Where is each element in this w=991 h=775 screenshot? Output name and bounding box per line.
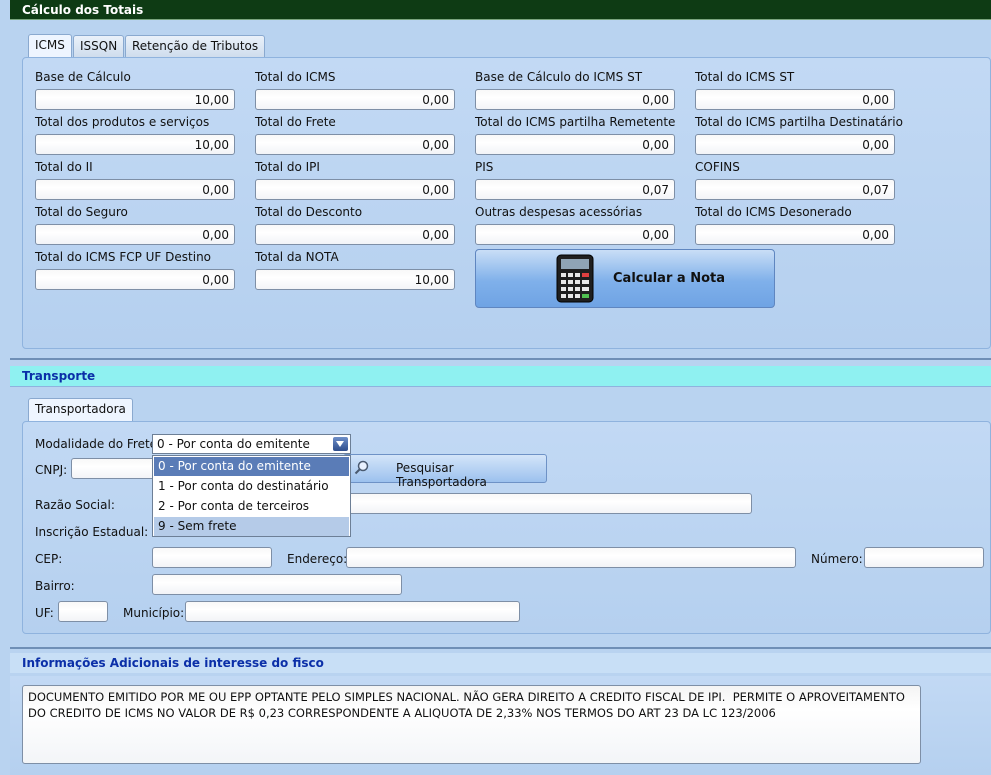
field-label: PIS xyxy=(475,160,494,174)
field-label: Total do ICMS partilha Remetente xyxy=(475,115,676,129)
numero-label: Número: xyxy=(811,552,863,566)
cofins-field[interactable]: 0,07 xyxy=(695,179,895,200)
field-label: Total do II xyxy=(35,160,93,174)
numero-field[interactable] xyxy=(864,547,984,568)
total-frete-field[interactable]: 0,00 xyxy=(255,134,455,155)
option-emitente[interactable]: 0 - Por conta do emitente xyxy=(154,457,349,476)
bairro-field[interactable] xyxy=(152,574,402,595)
tab-icms[interactable]: ICMS xyxy=(28,34,72,58)
partilha-destinatario-field[interactable]: 0,00 xyxy=(695,134,895,155)
search-icon xyxy=(354,460,370,479)
option-sem-frete[interactable]: 9 - Sem frete xyxy=(154,517,349,536)
endereco-field[interactable] xyxy=(346,547,796,568)
pesquisar-label: Pesquisar Transportadora xyxy=(396,461,487,489)
field-label: Base de Cálculo do ICMS ST xyxy=(475,70,643,84)
field-label: Total do Desconto xyxy=(255,205,363,219)
calcular-nota-button[interactable]: Calcular a Nota xyxy=(475,249,775,308)
field-label: Total dos produtos e serviços xyxy=(35,115,210,129)
icms-desonerado-field[interactable]: 0,00 xyxy=(695,224,895,245)
calc-section-header: Cálculo dos Totais xyxy=(10,0,991,20)
field-label: Total do ICMS partilha Destinatário xyxy=(695,115,903,129)
calc-section-border-left xyxy=(0,0,10,360)
municipio-field[interactable] xyxy=(185,601,520,622)
tab-retencao[interactable]: Retenção de Tributos xyxy=(125,35,266,57)
section-divider xyxy=(10,647,991,649)
razao-label: Razão Social: xyxy=(35,498,115,512)
cep-label: CEP: xyxy=(35,552,63,566)
field-label: Base de Cálculo xyxy=(35,70,131,84)
field-label: Total do ICMS xyxy=(255,70,336,84)
transporte-section-header: Transporte xyxy=(10,366,991,386)
field-label: COFINS xyxy=(695,160,740,174)
modalidade-value: 0 - Por conta do emitente xyxy=(157,437,310,451)
calculator-icon xyxy=(556,254,594,303)
total-desconto-field[interactable]: 0,00 xyxy=(255,224,455,245)
field-label: Total do ICMS ST xyxy=(695,70,795,84)
field-label: Total da NOTA xyxy=(255,250,339,264)
field-label: Total do ICMS Desonerado xyxy=(695,205,852,219)
total-produtos-field[interactable]: 10,00 xyxy=(35,134,235,155)
base-calculo-st-field[interactable]: 0,00 xyxy=(475,89,675,110)
total-nota-field[interactable]: 10,00 xyxy=(255,269,455,290)
cep-field[interactable] xyxy=(152,547,272,568)
municipio-label: Município: xyxy=(123,606,185,620)
total-icms-st-field[interactable]: 0,00 xyxy=(695,89,895,110)
partilha-remetente-field[interactable]: 0,00 xyxy=(475,134,675,155)
total-ipi-field[interactable]: 0,00 xyxy=(255,179,455,200)
section-divider xyxy=(10,386,991,387)
uf-field[interactable] xyxy=(58,601,108,622)
outras-despesas-field[interactable]: 0,00 xyxy=(475,224,675,245)
field-label: Total do Seguro xyxy=(35,205,128,219)
total-ii-field[interactable]: 0,00 xyxy=(35,179,235,200)
field-label: Outras despesas acessórias xyxy=(475,205,643,219)
bairro-label: Bairro: xyxy=(35,579,75,593)
field-label: Total do Frete xyxy=(255,115,336,129)
tab-issqn[interactable]: ISSQN xyxy=(73,35,125,57)
option-destinatario[interactable]: 1 - Por conta do destinatário xyxy=(154,477,349,496)
cnpj-field[interactable] xyxy=(71,458,161,479)
modalidade-frete-select[interactable]: 0 - Por conta do emitente xyxy=(152,434,351,454)
total-seguro-field[interactable]: 0,00 xyxy=(35,224,235,245)
modalidade-dropdown-list: 0 - Por conta do emitente 1 - Por conta … xyxy=(152,455,351,537)
pis-field[interactable]: 0,07 xyxy=(475,179,675,200)
tab-transportadora[interactable]: Transportadora xyxy=(28,398,133,422)
info-adicionais-textarea[interactable]: DOCUMENTO EMITIDO POR ME OU EPP OPTANTE … xyxy=(22,685,921,764)
section-divider xyxy=(10,358,991,360)
pesquisar-transportadora-button[interactable]: Pesquisar Transportadora xyxy=(343,454,547,489)
calcular-nota-label: Calcular a Nota xyxy=(613,271,725,286)
ie-label: Inscrição Estadual: xyxy=(35,525,149,539)
icms-fcp-field[interactable]: 0,00 xyxy=(35,269,235,290)
option-terceiros[interactable]: 2 - Por conta de terceiros xyxy=(154,497,349,516)
field-label: Total do ICMS FCP UF Destino xyxy=(35,250,212,264)
chevron-down-icon[interactable] xyxy=(333,437,348,451)
total-icms-field[interactable]: 0,00 xyxy=(255,89,455,110)
info-section-header: Informações Adicionais de interesse do f… xyxy=(10,653,991,673)
cnpj-label: CNPJ: xyxy=(35,463,68,477)
base-calculo-field[interactable]: 10,00 xyxy=(35,89,235,110)
uf-label: UF: xyxy=(35,606,54,620)
modalidade-label: Modalidade do Frete: xyxy=(35,437,162,451)
razao-social-field[interactable] xyxy=(340,493,752,514)
endereco-label: Endereço: xyxy=(287,552,348,566)
field-label: Total do IPI xyxy=(255,160,320,174)
